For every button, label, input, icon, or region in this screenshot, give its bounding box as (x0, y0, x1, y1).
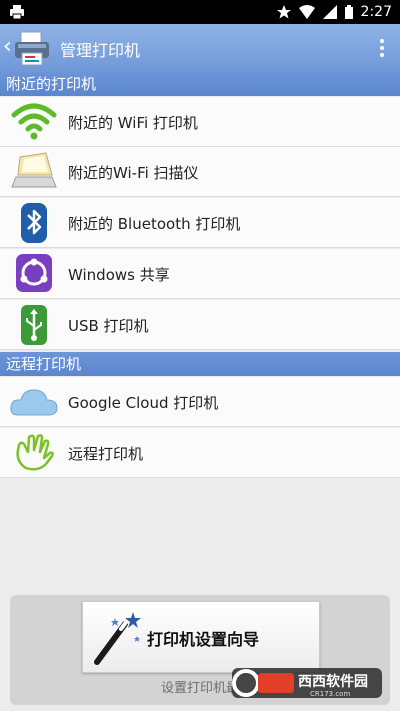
usb-icon (21, 305, 47, 345)
list-item-nearby-wifi-scanner[interactable]: 附近的Wi-Fi 扫描仪 (0, 147, 400, 197)
action-bar: ‹ 管理打印机 (0, 24, 400, 73)
list-item-usb-printer[interactable]: USB 打印机 (0, 300, 400, 350)
watermark-url: CR173.com (310, 690, 350, 698)
list-item-label: Google Cloud 打印机 (68, 394, 219, 412)
section-header-remote: 远程打印机 (0, 352, 400, 376)
list-item-remote-printer[interactable]: 远程打印机 (0, 428, 400, 478)
list-item-google-cloud-printer[interactable]: Google Cloud 打印机 (0, 377, 400, 427)
magic-wand-icon (94, 612, 141, 665)
windows-share-icon (16, 254, 52, 292)
printer-app-icon[interactable] (12, 29, 52, 67)
more-vert-icon[interactable] (374, 38, 390, 58)
battery-icon (344, 5, 353, 19)
list-item-label: 附近的 Bluetooth 打印机 (68, 215, 241, 233)
chevron-left-icon[interactable]: ‹ (3, 36, 12, 58)
watermark-logo: 西西软件园 CR173.com (232, 668, 382, 698)
remote-hand-icon (16, 434, 54, 471)
printer-notification-icon (10, 5, 24, 20)
list-item-label: USB 打印机 (68, 317, 149, 335)
list-item-label: 附近的Wi-Fi 扫描仪 (68, 164, 199, 182)
wifi-icon (11, 103, 57, 140)
list-item-nearby-wifi-printer[interactable]: 附近的 WiFi 打印机 (0, 97, 400, 147)
printer-setup-wizard-button[interactable]: 打印机设置向导 (82, 601, 320, 673)
section-header-nearby: 附近的打印机 (0, 72, 400, 96)
status-bar: 2:27 (0, 0, 400, 24)
star-icon (276, 5, 291, 19)
scanner-icon (11, 152, 57, 188)
list-item-label: 远程打印机 (68, 445, 144, 463)
watermark-brand: 西西软件园 (298, 673, 368, 690)
wizard-button-label: 打印机设置向导 (147, 630, 260, 649)
list-item-nearby-bluetooth-printer[interactable]: 附近的 Bluetooth 打印机 (0, 198, 400, 248)
list-item-windows-share[interactable]: Windows 共享 (0, 249, 400, 299)
wifi-icon (298, 5, 315, 19)
list-item-label: Windows 共享 (68, 266, 170, 284)
cloud-icon (10, 389, 58, 416)
signal-icon (322, 5, 337, 19)
bluetooth-icon (21, 203, 47, 243)
page-title: 管理打印机 (60, 41, 141, 60)
status-time: 2:27 (360, 4, 392, 20)
list-item-label: 附近的 WiFi 打印机 (68, 114, 198, 132)
